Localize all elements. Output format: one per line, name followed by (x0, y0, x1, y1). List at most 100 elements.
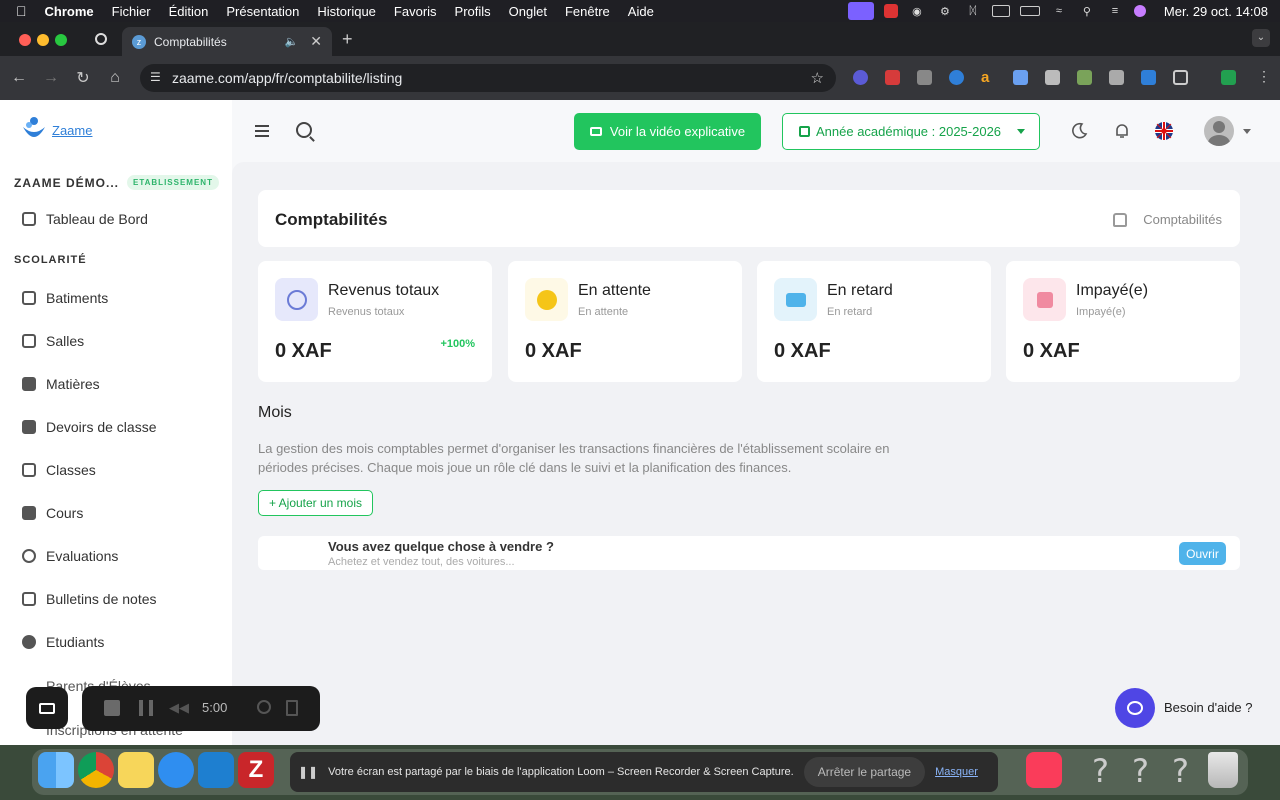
site-info-icon[interactable]: ☰ (150, 70, 161, 84)
chrome-icon[interactable] (78, 752, 114, 788)
menu-favoris[interactable]: Favoris (394, 4, 437, 19)
watch-video-button[interactable]: Voir la vidéo explicative (574, 113, 761, 150)
close-tab-icon[interactable]: ✕ (310, 33, 322, 50)
user-menu-chevron-icon[interactable] (1243, 129, 1251, 134)
extension-icon-2[interactable] (885, 70, 900, 85)
speaker-icon[interactable]: 🔈 (285, 35, 299, 48)
menu-fichier[interactable]: Fichier (112, 4, 151, 19)
stat-card-en-attente: En attente En attente 0 XAF (508, 261, 742, 382)
pause-share-icon[interactable]: ❚❚ (298, 765, 318, 779)
loom-camera-toggle[interactable] (26, 687, 68, 729)
extension-icon-8[interactable] (1077, 70, 1092, 85)
menu-aide[interactable]: Aide (628, 4, 654, 19)
home-icon[interactable]: ⌂ (99, 69, 131, 87)
filezilla-icon[interactable]: Z (238, 752, 274, 788)
sidebar-item-etudiants[interactable]: Etudiants (22, 634, 104, 650)
browser-menu-icon[interactable]: ⋮ (1257, 68, 1271, 85)
extension-icon-10[interactable] (1141, 70, 1156, 85)
menu-profils[interactable]: Profils (455, 4, 491, 19)
chat-help-button[interactable] (1115, 688, 1155, 728)
sidebar-item-dashboard[interactable]: Tableau de Bord (22, 211, 148, 227)
address-bar[interactable]: ☰ zaame.com/app/fr/comptabilite/listing … (140, 64, 836, 92)
extension-icon-7[interactable] (1045, 70, 1060, 85)
home-icon[interactable] (1113, 212, 1128, 227)
extension-icon-9[interactable] (1109, 70, 1124, 85)
menu-fenetre[interactable]: Fenêtre (565, 4, 610, 19)
apple-icon[interactable]:  (16, 3, 27, 19)
spotlight-icon[interactable]: ⚲ (1078, 4, 1096, 18)
extensions-puzzle-icon[interactable] (1173, 70, 1188, 85)
tab-comptabilites[interactable]: z Comptabilités 🔈 ✕ (122, 27, 332, 56)
sidebar-item-batiments[interactable]: Batiments (22, 290, 108, 306)
user-avatar[interactable] (1204, 116, 1234, 146)
app-badge-icon[interactable] (883, 4, 898, 18)
unknown-app-icon[interactable]: ? (1092, 752, 1109, 790)
extension-icon-6[interactable] (1013, 70, 1028, 85)
sidebar-item-salles[interactable]: Salles (22, 333, 84, 349)
menu-toggle-icon[interactable] (255, 125, 269, 140)
finder-icon[interactable] (38, 752, 74, 788)
menu-presentation[interactable]: Présentation (226, 4, 299, 19)
academic-year-select[interactable]: Année académique : 2025-2026 (782, 113, 1040, 150)
menu-historique[interactable]: Historique (317, 4, 376, 19)
language-flag-icon[interactable] (1155, 122, 1173, 140)
sidebar-item-classes[interactable]: Classes (22, 462, 96, 478)
sidebar-item-evaluations[interactable]: Evaluations (22, 548, 118, 564)
notification-bell-icon[interactable] (1113, 122, 1131, 140)
sidebar-item-devoirs[interactable]: Devoirs de classe (22, 419, 157, 435)
search-icon[interactable] (296, 122, 312, 138)
notes-icon[interactable] (118, 752, 154, 788)
trash-icon[interactable] (286, 700, 298, 716)
recording-tab-icon[interactable] (95, 33, 107, 45)
safari-icon[interactable] (158, 752, 194, 788)
extension-icon-12[interactable] (1221, 70, 1236, 85)
help-label[interactable]: Besoin d'aide ? (1164, 700, 1253, 715)
menu-onglet[interactable]: Onglet (509, 4, 547, 19)
reload-icon[interactable]: ↻ (67, 68, 99, 88)
back-arrow-icon[interactable]: ← (3, 69, 35, 87)
battery-icon[interactable] (1019, 6, 1040, 16)
gamepad-icon[interactable]: ⚙ (936, 4, 954, 18)
screen-share-icon[interactable] (847, 2, 874, 20)
sidebar-item-bulletins[interactable]: Bulletins de notes (22, 591, 157, 607)
shazam-icon[interactable]: ◉ (908, 4, 926, 18)
zaame-logo[interactable]: Zaame (20, 115, 92, 145)
siri-icon[interactable] (1133, 5, 1146, 17)
forward-arrow-icon[interactable]: → (35, 69, 67, 87)
restart-icon[interactable] (257, 700, 271, 714)
zoom-window-button[interactable] (55, 34, 67, 46)
vscode-icon[interactable] (198, 752, 234, 788)
dark-mode-moon-icon[interactable] (1070, 122, 1088, 140)
extension-icon-3[interactable] (917, 70, 932, 85)
rewind-icon[interactable]: ◀◀ (169, 700, 189, 716)
url-text[interactable]: zaame.com/app/fr/comptabilite/listing (172, 70, 402, 86)
bluetooth-icon[interactable]: ᛞ (964, 4, 982, 18)
stop-recording-icon[interactable] (104, 700, 120, 716)
unknown-app-icon[interactable]: ? (1132, 752, 1149, 790)
add-month-button[interactable]: + Ajouter un mois (258, 490, 373, 516)
close-window-button[interactable] (19, 34, 31, 46)
stop-sharing-button[interactable]: Arrêter le partage (803, 757, 926, 787)
extension-icon-1[interactable] (853, 70, 868, 85)
unknown-app-icon[interactable]: ? (1172, 752, 1189, 790)
menubar-app-name[interactable]: Chrome (45, 4, 94, 19)
tab-search-button[interactable]: ⌄ (1252, 29, 1270, 47)
open-button[interactable]: Ouvrir (1179, 542, 1226, 565)
bookmark-star-icon[interactable]: ☆ (811, 69, 824, 87)
section-title-mois: Mois (258, 404, 292, 421)
menu-edition[interactable]: Édition (169, 4, 209, 19)
minimize-window-button[interactable] (37, 34, 49, 46)
trash-can-icon[interactable] (1208, 752, 1238, 788)
sidebar-item-cours[interactable]: Cours (22, 505, 83, 521)
extension-icon-4[interactable] (949, 70, 964, 85)
control-center-icon[interactable]: ≡ (1106, 4, 1124, 18)
amazon-extension-icon[interactable]: a (981, 70, 996, 85)
wifi-icon[interactable]: ≈ (1050, 4, 1068, 18)
menubar-clock[interactable]: Mer. 29 oct. 14:08 (1164, 4, 1268, 19)
hide-share-bar-link[interactable]: Masquer (935, 766, 978, 778)
sidebar-item-matieres[interactable]: Matières (22, 376, 100, 392)
keyboard-layout-icon[interactable] (991, 5, 1010, 17)
music-icon[interactable] (1026, 752, 1062, 788)
new-tab-button[interactable]: + (342, 29, 353, 50)
pause-icon[interactable] (139, 700, 153, 716)
